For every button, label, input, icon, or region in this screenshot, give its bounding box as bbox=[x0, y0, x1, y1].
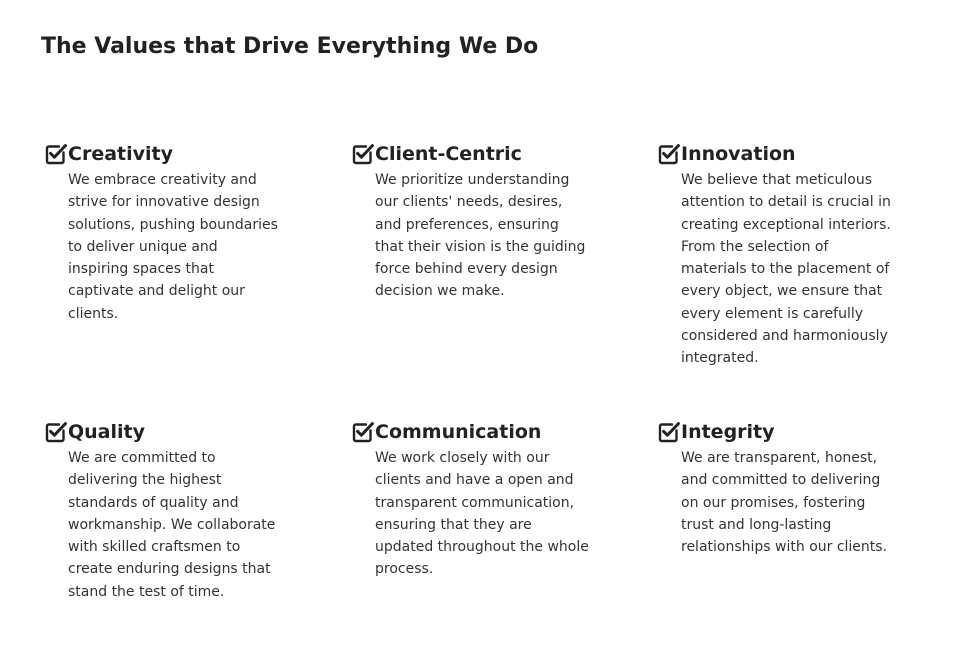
check-square-icon bbox=[352, 144, 374, 165]
value-card-header: Communication bbox=[351, 419, 611, 447]
value-card-creativity: Creativity We embrace creativity and str… bbox=[44, 141, 304, 325]
page-title: The Values that Drive Everything We Do bbox=[41, 34, 539, 59]
check-square-icon bbox=[352, 422, 374, 443]
value-card-communication: Communication We work closely with our c… bbox=[351, 419, 611, 581]
value-title: Client-Centric bbox=[375, 143, 522, 165]
value-title: Innovation bbox=[681, 143, 796, 165]
value-card-quality: Quality We are committed to delivering t… bbox=[44, 419, 304, 603]
check-square-icon bbox=[45, 422, 67, 443]
value-description: We embrace creativity and strive for inn… bbox=[68, 172, 278, 322]
value-card-client-centric: Client-Centric We prioritize understandi… bbox=[351, 141, 611, 303]
value-title: Creativity bbox=[68, 143, 173, 165]
value-card-header: Innovation bbox=[657, 141, 917, 169]
check-square-icon bbox=[658, 422, 680, 443]
value-title: Communication bbox=[375, 421, 542, 443]
value-card-header: Creativity bbox=[44, 141, 304, 169]
value-description: We are committed to delivering the highe… bbox=[68, 450, 276, 600]
value-description: We work closely with our clients and hav… bbox=[375, 450, 589, 578]
check-square-icon bbox=[45, 144, 67, 165]
value-card-innovation: Innovation We believe that meticulous at… bbox=[657, 141, 917, 370]
value-description: We prioritize understanding our clients'… bbox=[375, 172, 586, 300]
value-card-header: Integrity bbox=[657, 419, 917, 447]
value-card-header: Quality bbox=[44, 419, 304, 447]
value-title: Quality bbox=[68, 421, 145, 443]
check-square-icon bbox=[658, 144, 680, 165]
value-card-integrity: Integrity We are transparent, honest, an… bbox=[657, 419, 917, 558]
value-card-header: Client-Centric bbox=[351, 141, 611, 169]
value-description: We are transparent, honest, and committe… bbox=[681, 450, 888, 556]
value-title: Integrity bbox=[681, 421, 775, 443]
value-description: We believe that meticulous attention to … bbox=[681, 172, 891, 367]
